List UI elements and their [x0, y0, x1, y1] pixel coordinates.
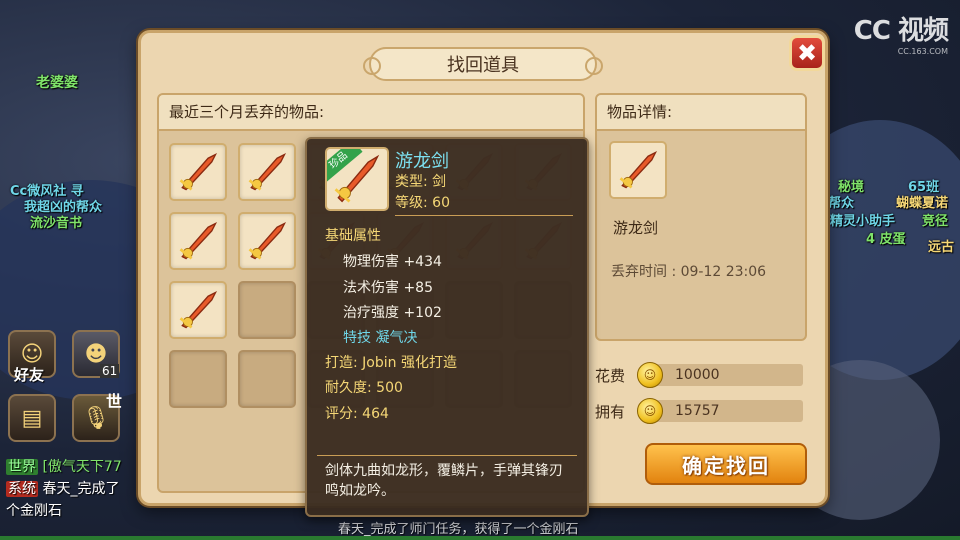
- gold-coin-icon: ☺: [637, 362, 663, 388]
- npc-name[interactable]: 精灵小助手: [830, 210, 895, 229]
- sword-icon: [619, 150, 658, 189]
- chat-message: [傲气天下77: [42, 459, 122, 475]
- item-details-header: 物品详情:: [597, 95, 805, 131]
- watermark-text: CC 视频: [853, 16, 949, 46]
- chat-channel-tag: 系统: [6, 481, 38, 497]
- attr-physical-damage: 物理伤害 +434: [343, 254, 442, 270]
- detail-item-slot: [609, 141, 667, 199]
- sword-icon: [179, 290, 218, 329]
- npc-name[interactable]: 帮众: [828, 192, 854, 211]
- inventory-slot[interactable]: [238, 212, 296, 270]
- base-attributes-header: 基础属性: [325, 228, 381, 244]
- chat-button[interactable]: ▤: [8, 394, 56, 442]
- friends-label: 好友: [14, 366, 45, 384]
- cost-row: 花费 ☺ 10000: [595, 362, 803, 388]
- attr-healing: 治疗强度 +102: [343, 305, 442, 321]
- bottom-status-bar: [0, 536, 960, 540]
- tooltip-item-name: 游龙剑: [395, 151, 449, 172]
- sword-icon: [248, 221, 287, 260]
- sword-icon: [248, 152, 287, 191]
- dialog-title: 找回道具: [447, 55, 519, 76]
- item-tooltip: 珍品 游龙剑 类型: 剑 等级: 60 基础属性 物理伤害 +434 法术伤害 …: [305, 137, 589, 517]
- chat-line-system[interactable]: 系统 春天_完成了: [6, 478, 119, 498]
- watermark-subtext: CC.163.COM: [897, 47, 948, 56]
- inventory-slot[interactable]: [169, 143, 227, 201]
- gold-coin-icon: ☺: [637, 398, 663, 424]
- tooltip-item-type: 类型: 剑: [395, 174, 447, 190]
- friend-avatar-icon: ☺: [20, 341, 44, 367]
- inventory-slot: [238, 281, 296, 339]
- chat-ticker: 春天_完成了师门任务，获得了一个金刚石: [338, 522, 579, 537]
- inventory-slot: [169, 350, 227, 408]
- attr-magic-damage: 法术伤害 +85: [343, 280, 433, 296]
- close-icon: ✖: [796, 39, 818, 67]
- detail-item-name: 游龙剑: [613, 219, 659, 237]
- watermark-logo: CC 视频 CC.163.COM: [853, 10, 949, 56]
- chat-line-world[interactable]: 世界 [傲气天下77: [6, 456, 122, 476]
- durability: 耐久度: 500: [325, 380, 403, 396]
- speech-bubble-icon: ▤: [21, 405, 43, 431]
- divider: [395, 215, 573, 216]
- owned-label: 拥有: [595, 402, 626, 421]
- confirm-recover-button[interactable]: 确定找回: [645, 443, 807, 485]
- inventory-slot[interactable]: [169, 212, 227, 270]
- forge-info: 打造: Jobin 强化打造: [325, 355, 457, 371]
- npc-name[interactable]: 蝴蝶夏诺: [896, 192, 948, 211]
- special-skill: 特技 凝气决: [343, 330, 418, 346]
- chat-message: 春天_完成了: [42, 481, 120, 497]
- close-button[interactable]: ✖: [789, 35, 825, 71]
- owned-value: 15757: [653, 400, 803, 422]
- npc-name[interactable]: 远古: [928, 236, 954, 255]
- cost-value: 10000: [653, 364, 803, 386]
- sword-icon: [179, 221, 218, 260]
- mic-channel-label: 世: [106, 392, 123, 411]
- sword-icon: [179, 152, 218, 191]
- chat-line-continued: 个金刚石: [6, 500, 62, 520]
- divider: [317, 455, 577, 456]
- level-badge: 61: [100, 364, 120, 378]
- inventory-slot[interactable]: [169, 281, 227, 339]
- cost-label: 花费: [595, 366, 626, 385]
- discarded-items-header: 最近三个月丢弃的物品:: [159, 95, 583, 131]
- character-portrait-icon: ☻: [84, 341, 108, 367]
- inventory-slot[interactable]: [238, 143, 296, 201]
- tooltip-item-icon: 珍品: [325, 147, 389, 211]
- chat-channel-tag: 世界: [6, 459, 38, 475]
- npc-name[interactable]: 竞径: [922, 210, 948, 229]
- dialog-title-plate: 找回道具: [363, 47, 603, 81]
- tooltip-item-level: 等级: 60: [395, 195, 450, 211]
- discard-time: 丢弃时间 : 09-12 23:06: [611, 264, 767, 280]
- inventory-slot: [238, 350, 296, 408]
- item-details-panel: 物品详情: 游龙剑 丢弃时间 : 09-12 23:06: [595, 93, 807, 341]
- owned-row: 拥有 ☺ 15757: [595, 398, 803, 424]
- npc-name[interactable]: 流沙音书: [30, 212, 82, 231]
- npc-name[interactable]: 老婆婆: [36, 72, 78, 92]
- npc-name[interactable]: 4 皮蛋: [866, 228, 906, 247]
- chat-message: 个金刚石: [6, 503, 62, 519]
- item-score: 评分: 464: [325, 406, 389, 422]
- item-description: 剑体九曲如龙形，覆鳞片，手弹其锋刃鸣如龙吟。: [325, 463, 563, 499]
